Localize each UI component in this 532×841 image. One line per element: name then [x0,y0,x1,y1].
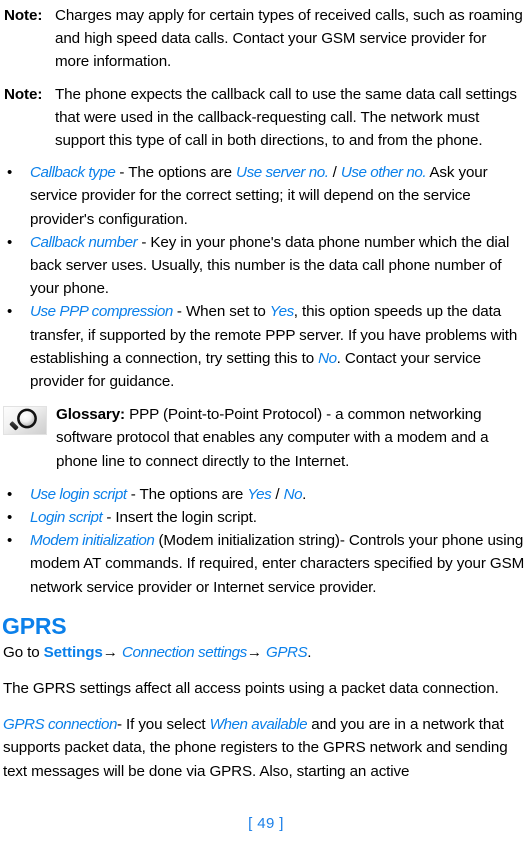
setting-term: Login script [30,509,103,527]
list-item-text: Callback number - Key in your phone's da… [30,231,528,301]
setting-dash: - [126,485,140,503]
glossary-label: Glossary: [56,406,125,424]
setting-lead: The options are [139,485,248,503]
setting-separator: / [328,164,341,182]
setting-option-when-available: When available [209,716,308,734]
setting-term: Modem initialization [30,532,155,550]
list-item: Callback type - The options are Use serv… [0,161,528,231]
menu-path-suffix: . [307,643,312,661]
arrow-icon: → [246,643,266,661]
list-item-text: Use login script - The options are Yes /… [30,483,528,506]
setting-option-a: Yes [269,303,294,321]
bullet-icon [4,529,30,552]
setting-lead: When set to [185,303,270,321]
arrow-icon: → [102,643,122,661]
note-text: Charges may apply for certain types of r… [55,7,523,71]
bullet-icon [4,506,30,529]
note-block: Note: Charges may apply for certain type… [0,4,528,74]
list-item-text: Modem initialization (Modem initializati… [30,529,528,599]
setting-option-a: Yes [247,485,272,503]
list-item: Login script - Insert the login script. [0,506,528,529]
list-item-text: Use PPP compression - When set to Yes, t… [30,300,528,393]
setting-option-b: Use other no. [340,164,427,182]
page-content: Note: Charges may apply for certain type… [0,0,532,783]
menu-path-prefix: Go to [3,643,44,661]
list-item-text: Callback type - The options are Use serv… [30,161,528,231]
page-number-footer: [ 49 ] [248,815,284,832]
setting-lead: If you select [126,716,210,734]
magnifier-icon [3,406,47,436]
setting-option-b: No [318,349,337,367]
setting-dash: - [172,303,186,321]
setting-lead: The options are [128,164,237,182]
setting-separator: / [271,485,284,503]
settings-bullet-list-2: Use login script - The options are Yes /… [0,483,528,599]
setting-term: Use PPP compression [30,303,173,321]
bullet-icon [4,161,30,184]
menu-path-item-gprs[interactable]: GPRS [266,644,308,661]
setting-dash: - [116,716,127,734]
settings-bullet-list: Callback type - The options are Use serv… [0,161,528,393]
bullet-icon [4,483,30,506]
menu-path-item-settings[interactable]: Settings [44,644,103,661]
bullet-icon [4,300,30,323]
list-item: Use PPP compression - When set to Yes, t… [0,300,528,393]
setting-dash: - [102,509,116,527]
setting-term: Use login script [30,485,127,503]
setting-lead: Insert the login script. [115,509,257,527]
gprs-intro-paragraph: The GPRS settings affect all access poin… [3,680,499,698]
setting-term: Callback number [30,233,138,251]
setting-dash: - [137,233,151,251]
gprs-connection-paragraph: GPRS connection- If you select When avai… [0,713,528,783]
note-text: The phone expects the callback call to u… [55,85,517,150]
bullet-icon [4,231,30,254]
glossary-callout: Glossary: PPP (Point-to-Point Protocol) … [0,403,528,473]
list-item: Use login script - The options are Yes /… [0,483,528,506]
note-block: Note: The phone expects the callback cal… [0,83,528,153]
section-heading-gprs: GPRS [2,612,67,639]
menu-path: Go to Settings→ Connection settings→ GPR… [0,641,528,664]
note-label: Note: [4,7,43,24]
setting-term-gprs-connection: GPRS connection [3,716,117,734]
list-item: Modem initialization (Modem initializati… [0,529,528,599]
setting-term: Callback type [30,164,116,182]
menu-path-item-connection-settings[interactable]: Connection settings [122,644,247,661]
list-item: Callback number - Key in your phone's da… [0,231,528,301]
note-label: Note: [4,85,43,103]
setting-dash: - [115,164,129,182]
manual-page: Note: Charges may apply for certain type… [0,0,532,841]
setting-option-b: No [283,485,303,503]
list-item-text: Login script - Insert the login script. [30,506,528,529]
setting-option-a: Use server no. [236,164,329,182]
glossary-text: Glossary: PPP (Point-to-Point Protocol) … [56,403,528,473]
setting-tail: . [302,485,307,503]
